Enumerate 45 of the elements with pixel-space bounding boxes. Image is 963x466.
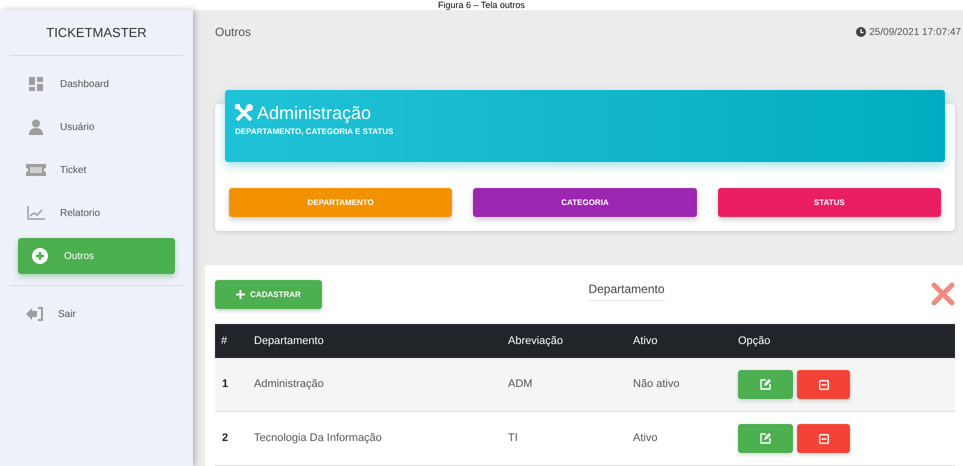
sidebar-item[interactable]: Ticket — [18, 152, 175, 188]
plus-circle-icon — [32, 248, 48, 264]
page-title: Outros — [215, 24, 252, 41]
plus-icon — [236, 290, 246, 299]
panel-title: Departamento — [588, 280, 665, 301]
table-cell-text: Tecnologia Da Informação — [254, 431, 382, 446]
tools-icon — [235, 104, 255, 122]
figure-caption: Figura 6 – Tela outros — [438, 0, 525, 10]
user-icon — [28, 119, 44, 135]
minus-square-icon — [818, 434, 828, 444]
banner-subtitle: DEPARTAMENTO, CATEGORIA E STATUS — [235, 126, 394, 138]
sidebar-item[interactable]: Dashboard — [18, 66, 175, 102]
brand-title: TICKETMASTER — [46, 24, 147, 42]
sidebar-item[interactable]: Usuário — [18, 109, 175, 145]
row-index: 2 — [221, 431, 228, 446]
logout-item[interactable]: Sair — [18, 296, 175, 332]
dashboard-icon — [29, 77, 43, 91]
ticket-icon — [26, 164, 46, 176]
column-header: Ativo — [633, 334, 658, 349]
edit-icon — [760, 379, 771, 390]
delete-button[interactable] — [797, 424, 850, 453]
table-cell-text: Administração — [254, 377, 324, 392]
table-cell-text: Ativo — [633, 431, 658, 446]
row-index: 1 — [221, 377, 228, 392]
delete-button[interactable] — [797, 370, 850, 399]
table-cell-text: Não ativo — [633, 377, 680, 392]
clock-icon — [856, 27, 866, 37]
column-header: Opção — [738, 334, 770, 349]
date-time: 25/09/2021 17:07:47 — [869, 26, 961, 40]
banner-title: Administração — [257, 102, 372, 124]
edit-button[interactable] — [738, 370, 793, 399]
sidebar-item[interactable]: Relatorio — [18, 195, 175, 231]
column-header: # — [220, 334, 228, 349]
edit-icon — [760, 433, 771, 444]
section-button[interactable]: CATEGORIA — [473, 188, 697, 217]
section-button[interactable]: STATUS — [718, 188, 941, 217]
line-chart-icon — [27, 206, 45, 220]
sign-out-icon — [26, 307, 44, 321]
table-cell-text: TI — [508, 431, 518, 446]
column-header: Departamento — [254, 334, 324, 349]
edit-button[interactable] — [738, 424, 793, 453]
table-cell-text: ADM — [508, 377, 532, 392]
column-header: Abreviação — [508, 334, 564, 349]
close-icon[interactable] — [931, 282, 955, 306]
minus-square-icon — [818, 380, 828, 390]
